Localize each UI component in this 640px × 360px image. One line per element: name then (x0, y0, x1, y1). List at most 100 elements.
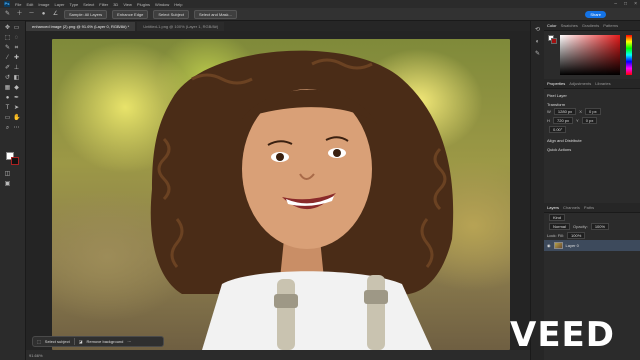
y-field[interactable]: 0 px (581, 117, 598, 124)
select-and-mask-button[interactable]: Select and Mask... (193, 9, 237, 19)
window-controls: – □ × (614, 1, 637, 7)
tab-enhanced-image[interactable]: enhanced image (2).png @ 91.6% (Layer 0,… (26, 22, 136, 31)
menu-filter[interactable]: Filter (99, 2, 108, 7)
lasso-tool-icon[interactable]: ◌ (13, 35, 20, 42)
menu-layer[interactable]: Layer (54, 2, 64, 7)
rectangle-tool-icon[interactable]: ▭ (4, 115, 11, 122)
minimize-button[interactable]: – (614, 1, 617, 7)
menu-plugins[interactable]: Plugins (137, 2, 150, 7)
photoshop-logo: Ps (4, 1, 10, 7)
properties-panel-tabs: Properties Adjustments Libraries (544, 79, 640, 89)
layers-panel-tabs: Layers Channels Paths (544, 203, 640, 213)
visibility-eye-icon[interactable]: ◉ (547, 243, 551, 248)
enhance-edge-checkbox[interactable]: Enhance Edge (112, 9, 149, 19)
crop-tool-icon[interactable]: ⌗ (13, 45, 20, 52)
tab-layers[interactable]: Layers (547, 205, 559, 210)
brush-tool-icon[interactable]: ✐ (4, 65, 11, 72)
height-field[interactable]: 720 px (553, 117, 574, 124)
share-button[interactable]: Share (585, 11, 606, 18)
quick-selection-icon[interactable]: ✎ (4, 11, 11, 18)
path-select-icon[interactable]: ➤ (13, 105, 20, 112)
layer-thumbnail (553, 242, 563, 249)
properties-panel: Pixel Layer Transform W 1280 px X 0 px H… (544, 93, 640, 152)
x-field[interactable]: 0 px (585, 108, 601, 115)
screen-mode-icon[interactable]: ▣ (4, 181, 11, 188)
angle-field[interactable]: 0.00° (549, 126, 567, 133)
menu-window[interactable]: Window (155, 2, 169, 7)
zoom-tool-icon[interactable]: ⌕ (4, 125, 11, 132)
select-subject-button[interactable]: Select subject (45, 339, 70, 344)
layer-row[interactable]: ◉ Layer 0 (544, 240, 640, 251)
tools-panel: ✥ ▭ ⬚ ◌ ✎ ⌗ ⁄ ✚ ✐ ⊥ ↺ ◧ ▦ ◆ ● ✒ T ➤ ▭ ✋ … (0, 21, 26, 360)
background-color-small[interactable] (551, 38, 557, 44)
tab-patterns[interactable]: Patterns (603, 23, 618, 28)
angle-icon[interactable]: ∠ (52, 11, 59, 18)
menu-help[interactable]: Help (174, 2, 182, 7)
close-button[interactable]: × (634, 1, 637, 7)
menu-bar: Ps File Edit Image Layer Type Select Fil… (0, 0, 640, 8)
menu-image[interactable]: Image (38, 2, 49, 7)
background-color-swatch[interactable] (11, 157, 19, 165)
brush-size-icon[interactable]: ● (40, 11, 47, 18)
more-options-icon[interactable]: ⋯ (127, 339, 131, 344)
menu-type[interactable]: Type (70, 2, 79, 7)
quick-actions-heading[interactable]: Quick Actions (547, 147, 637, 152)
saturation-brightness-field[interactable] (560, 35, 620, 75)
fill-field[interactable]: 100% (567, 232, 586, 239)
tab-adjustments[interactable]: Adjustments (569, 81, 591, 86)
dodge-tool-icon[interactable]: ● (4, 95, 11, 102)
menu-select[interactable]: Select (83, 2, 94, 7)
menu-edit[interactable]: Edit (26, 2, 33, 7)
menu-3d[interactable]: 3D (113, 2, 118, 7)
layer-name[interactable]: Layer 0 (566, 243, 579, 248)
width-field[interactable]: 1280 px (553, 108, 577, 115)
blur-tool-icon[interactable]: ◆ (13, 85, 20, 92)
tab-channels[interactable]: Channels (563, 205, 580, 210)
more-tools-icon[interactable]: ⋯ (13, 125, 20, 132)
hue-slider[interactable] (626, 35, 632, 75)
canvas-photo[interactable] (52, 39, 510, 350)
tab-swatches[interactable]: Swatches (561, 23, 578, 28)
stamp-tool-icon[interactable]: ⊥ (13, 65, 20, 72)
remove-background-button[interactable]: Remove background (86, 339, 123, 344)
panel-icon-strip: ⟲ ◐ ✎ (530, 21, 544, 360)
tab-color[interactable]: Color (547, 23, 557, 28)
history-icon[interactable]: ⟲ (534, 27, 541, 34)
document-tabs: enhanced image (2).png @ 91.6% (Layer 0,… (26, 21, 530, 31)
brush-settings-icon[interactable]: ✎ (534, 51, 541, 58)
hand-tool-icon[interactable]: ✋ (13, 115, 20, 122)
brush-add-icon[interactable]: ＋ (16, 11, 23, 18)
healing-tool-icon[interactable]: ✚ (13, 55, 20, 62)
sample-all-layers-checkbox[interactable]: Sample: All Layers (64, 9, 108, 19)
move-tool-icon[interactable]: ✥ (4, 25, 11, 32)
type-tool-icon[interactable]: T (4, 105, 11, 112)
menu-view[interactable]: View (123, 2, 132, 7)
quick-mask-icon[interactable]: ◫ (4, 171, 11, 178)
layer-type-label: Pixel Layer (547, 93, 567, 98)
girl-portrait-image (150, 50, 454, 350)
select-subject-button[interactable]: Select Subject (153, 9, 189, 19)
kind-filter[interactable]: Kind (549, 214, 566, 221)
eraser-tool-icon[interactable]: ◧ (13, 75, 20, 82)
pen-tool-icon[interactable]: ✒ (13, 95, 20, 102)
gradient-tool-icon[interactable]: ▦ (4, 85, 11, 92)
history-brush-icon[interactable]: ↺ (4, 75, 11, 82)
select-subject-icon: ⬚ (37, 339, 41, 344)
marquee-tool-icon[interactable]: ⬚ (4, 35, 11, 42)
align-distribute-heading[interactable]: Align and Distribute (547, 138, 637, 143)
quick-select-tool-icon[interactable]: ✎ (4, 45, 11, 52)
zoom-level[interactable]: 91.66% (29, 353, 43, 358)
brush-subtract-icon[interactable]: － (28, 11, 35, 18)
tab-libraries[interactable]: Libraries (595, 81, 610, 86)
artboard-tool-icon[interactable]: ▭ (13, 25, 20, 32)
tab-paths[interactable]: Paths (584, 205, 594, 210)
menu-file[interactable]: File (15, 2, 21, 7)
adjustments-icon[interactable]: ◐ (534, 39, 541, 46)
tab-gradients[interactable]: Gradients (582, 23, 599, 28)
tab-untitled[interactable]: Untitled-1.png @ 100% (Layer 1, RGB/8#) (137, 22, 225, 31)
opacity-field[interactable]: 100% (590, 223, 610, 230)
maximize-button[interactable]: □ (624, 1, 627, 7)
blend-mode-select[interactable]: Normal (549, 223, 570, 230)
eyedropper-tool-icon[interactable]: ⁄ (4, 55, 11, 62)
tab-properties[interactable]: Properties (547, 81, 565, 86)
